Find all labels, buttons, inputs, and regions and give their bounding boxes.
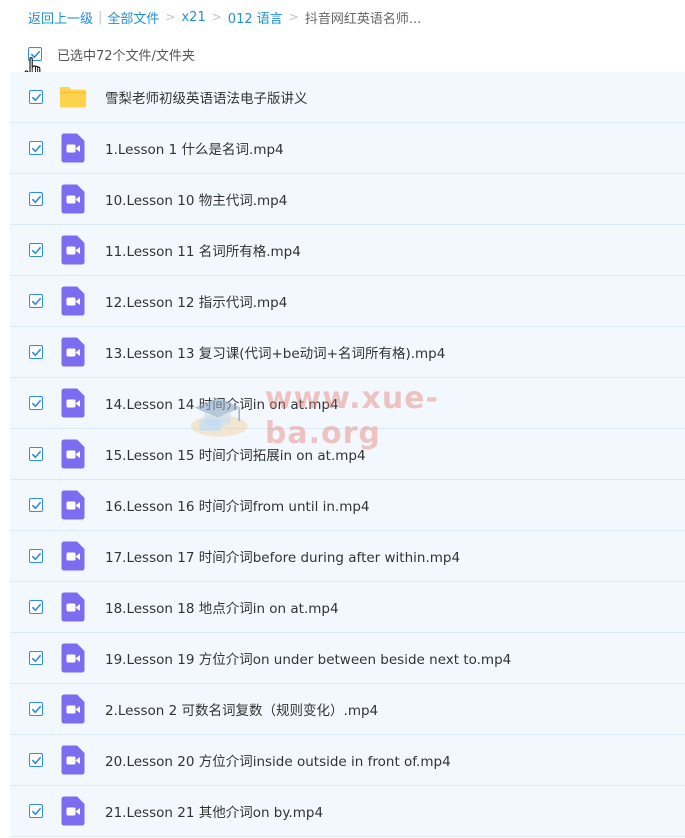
file-row[interactable]: 12.Lesson 12 指示代词.mp4: [10, 276, 685, 327]
file-name[interactable]: 14.Lesson 14 时间介词in on at.mp4: [105, 393, 339, 413]
checkmark-icon: [31, 93, 41, 101]
file-manager-page: 返回上一级 | 全部文件 > x21 > 012 语言 > 抖音网红英语名师..…: [0, 0, 685, 838]
video-icon: [59, 490, 87, 520]
video-icon: [59, 541, 87, 571]
checkmark-icon: [31, 603, 41, 611]
video-icon: [59, 286, 87, 316]
file-checkbox[interactable]: [29, 549, 43, 563]
file-row[interactable]: 10.Lesson 10 物主代词.mp4: [10, 174, 685, 225]
file-row[interactable]: 20.Lesson 20 方位介词inside outside in front…: [10, 735, 685, 786]
checkmark-icon: [31, 297, 41, 305]
video-icon: [59, 388, 87, 418]
video-icon: [59, 184, 87, 214]
selection-count: 已选中72个文件/文件夹: [57, 48, 195, 64]
video-icon: [59, 694, 87, 724]
folder-row[interactable]: 雪梨老师初级英语语法电子版讲义: [10, 72, 685, 123]
video-icon: [59, 643, 87, 673]
checkmark-icon: [31, 807, 41, 815]
checkmark-icon: [31, 450, 41, 458]
file-name[interactable]: 雪梨老师初级英语语法电子版讲义: [105, 87, 308, 107]
checkmark-icon: [31, 144, 41, 152]
back-link[interactable]: 返回上一级: [28, 8, 93, 27]
file-checkbox[interactable]: [29, 243, 43, 257]
video-icon: [59, 592, 87, 622]
video-icon: [59, 337, 87, 367]
checkmark-icon: [31, 654, 41, 662]
file-row[interactable]: 17.Lesson 17 时间介词before during after wit…: [10, 531, 685, 582]
file-checkbox[interactable]: [29, 651, 43, 665]
selection-bar: 已选中72个文件/文件夹: [0, 38, 685, 70]
file-checkbox[interactable]: [29, 345, 43, 359]
breadcrumb-item-x21[interactable]: x21: [181, 10, 205, 25]
checkmark-icon: [31, 501, 41, 509]
file-list: 雪梨老师初级英语语法电子版讲义 1.Lesson 1 什么是名词.mp4 10.…: [10, 72, 685, 837]
file-checkbox[interactable]: [29, 141, 43, 155]
file-checkbox[interactable]: [29, 90, 43, 104]
video-icon: [59, 745, 87, 775]
checkmark-icon: [31, 756, 41, 764]
file-checkbox[interactable]: [29, 192, 43, 206]
file-name[interactable]: 15.Lesson 15 时间介词拓展in on at.mp4: [105, 444, 366, 464]
chevron-right-icon: >: [288, 10, 299, 24]
checkmark-icon: [31, 348, 41, 356]
file-row[interactable]: 18.Lesson 18 地点介词in on at.mp4: [10, 582, 685, 633]
breadcrumb-divider: |: [98, 9, 103, 25]
checkmark-icon: [31, 246, 41, 254]
breadcrumb-item-all-files[interactable]: 全部文件: [107, 8, 159, 27]
checkmark-icon: [31, 195, 41, 203]
file-row[interactable]: 15.Lesson 15 时间介词拓展in on at.mp4: [10, 429, 685, 480]
file-row[interactable]: 11.Lesson 11 名词所有格.mp4: [10, 225, 685, 276]
video-icon: [59, 796, 87, 826]
file-row[interactable]: 13.Lesson 13 复习课(代词+be动词+名词所有格).mp4: [10, 327, 685, 378]
file-checkbox[interactable]: [29, 702, 43, 716]
checkmark-icon: [31, 705, 41, 713]
chevron-right-icon: >: [165, 10, 176, 24]
file-checkbox[interactable]: [29, 447, 43, 461]
breadcrumb: 返回上一级 | 全部文件 > x21 > 012 语言 > 抖音网红英语名师..…: [28, 8, 422, 27]
file-name[interactable]: 12.Lesson 12 指示代词.mp4: [105, 291, 287, 311]
file-row[interactable]: 16.Lesson 16 时间介词from until in.mp4: [10, 480, 685, 531]
folder-icon: [59, 82, 87, 112]
file-name[interactable]: 2.Lesson 2 可数名词复数（规则变化）.mp4: [105, 699, 378, 719]
file-name[interactable]: 1.Lesson 1 什么是名词.mp4: [105, 138, 284, 158]
file-checkbox[interactable]: [29, 600, 43, 614]
checkmark-icon: [31, 399, 41, 407]
breadcrumb-item-language[interactable]: 012 语言: [228, 8, 283, 27]
file-checkbox[interactable]: [29, 396, 43, 410]
file-name[interactable]: 17.Lesson 17 时间介词before during after wit…: [105, 546, 460, 566]
file-name[interactable]: 13.Lesson 13 复习课(代词+be动词+名词所有格).mp4: [105, 342, 445, 362]
file-name[interactable]: 11.Lesson 11 名词所有格.mp4: [105, 240, 301, 260]
file-name[interactable]: 16.Lesson 16 时间介词from until in.mp4: [105, 495, 370, 515]
file-name[interactable]: 18.Lesson 18 地点介词in on at.mp4: [105, 597, 339, 617]
video-icon: [59, 439, 87, 469]
video-icon: [59, 133, 87, 163]
file-row[interactable]: 14.Lesson 14 时间介词in on at.mp4: [10, 378, 685, 429]
checkmark-icon: [31, 552, 41, 560]
file-row[interactable]: 2.Lesson 2 可数名词复数（规则变化）.mp4: [10, 684, 685, 735]
checkmark-icon: [30, 50, 40, 58]
file-checkbox[interactable]: [29, 804, 43, 818]
file-name[interactable]: 20.Lesson 20 方位介词inside outside in front…: [105, 750, 451, 770]
file-name[interactable]: 21.Lesson 21 其他介词on by.mp4: [105, 801, 323, 821]
file-row[interactable]: 1.Lesson 1 什么是名词.mp4: [10, 123, 685, 174]
video-icon: [59, 235, 87, 265]
select-all-checkbox[interactable]: [28, 47, 42, 61]
file-checkbox[interactable]: [29, 294, 43, 308]
file-name[interactable]: 19.Lesson 19 方位介词on under between beside…: [105, 648, 511, 668]
file-row[interactable]: 21.Lesson 21 其他介词on by.mp4: [10, 786, 685, 837]
breadcrumb-current: 抖音网红英语名师...: [304, 11, 422, 27]
file-checkbox[interactable]: [29, 753, 43, 767]
chevron-right-icon: >: [211, 10, 222, 24]
file-name[interactable]: 10.Lesson 10 物主代词.mp4: [105, 189, 287, 209]
file-checkbox[interactable]: [29, 498, 43, 512]
file-row[interactable]: 19.Lesson 19 方位介词on under between beside…: [10, 633, 685, 684]
